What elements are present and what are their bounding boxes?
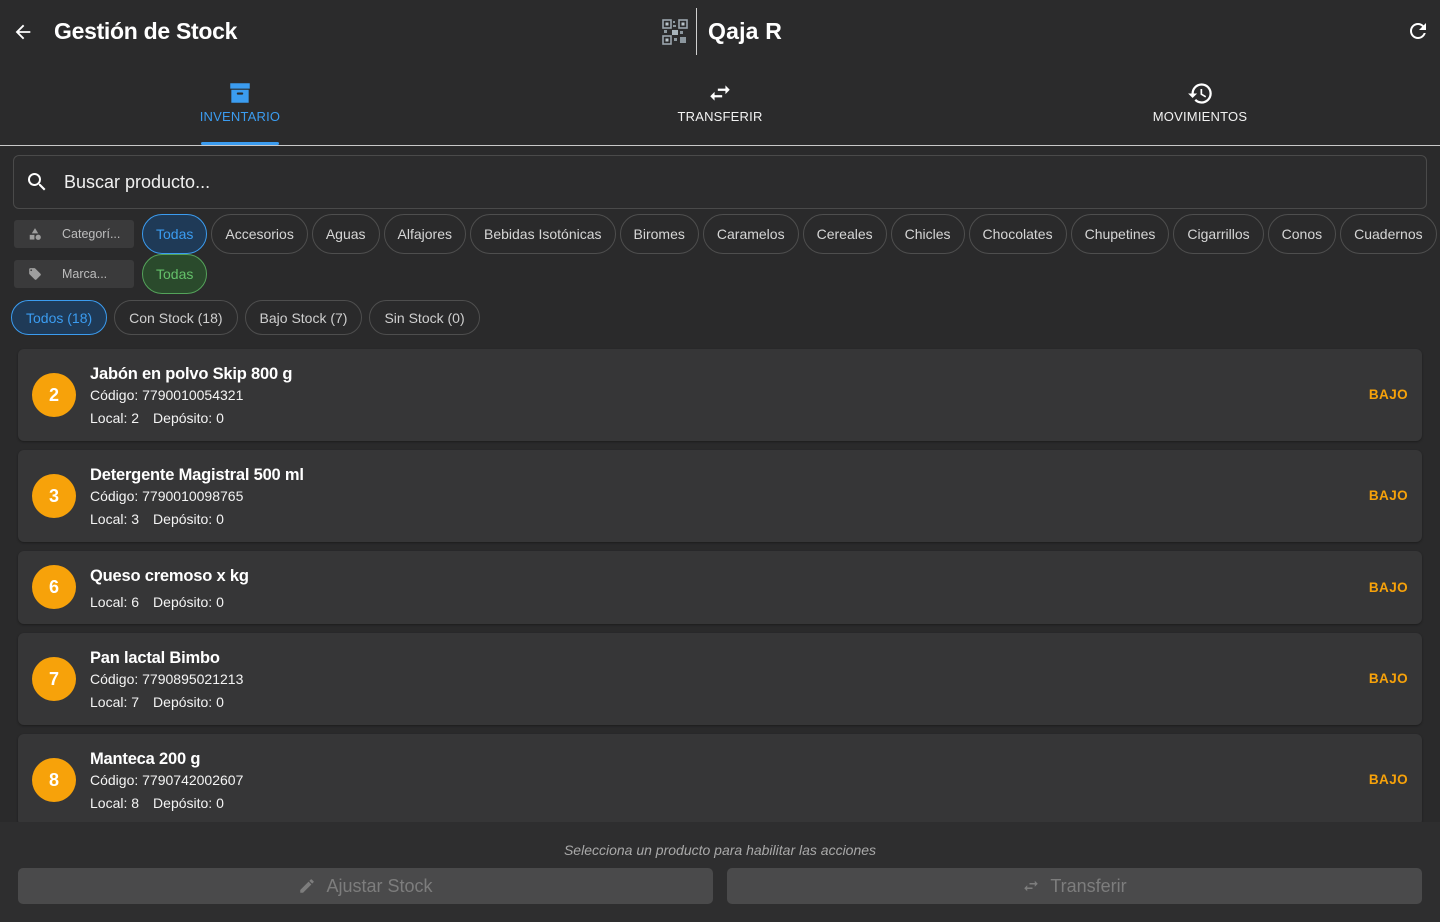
product-name: Queso cremoso x kg bbox=[90, 567, 249, 585]
tab-label: MOVIMIENTOS bbox=[1152, 109, 1248, 124]
product-name: Detergente Magistral 500 ml bbox=[90, 466, 304, 484]
action-bar: Selecciona un producto para habilitar la… bbox=[0, 822, 1440, 922]
product-name: Jabón en polvo Skip 800 g bbox=[90, 365, 293, 383]
filter-bajo-stock[interactable]: Bajo Stock (7) bbox=[244, 300, 363, 335]
product-code: Código: 7790010098765 bbox=[90, 488, 244, 504]
deposit-stock: Depósito: 0 bbox=[153, 594, 224, 610]
tag-icon bbox=[29, 268, 41, 280]
deposit-stock: Depósito: 0 bbox=[153, 511, 224, 527]
product-stock: Local: 6 Depósito: 0 bbox=[90, 594, 224, 610]
chip-category[interactable]: Cigarrillos bbox=[1173, 214, 1264, 254]
product-code: Código: 7790010054321 bbox=[90, 387, 244, 403]
adjust-stock-button[interactable]: Ajustar Stock bbox=[18, 868, 713, 904]
adjust-stock-label: Ajustar Stock bbox=[326, 875, 433, 896]
tab-label: TRANSFERIR bbox=[677, 109, 763, 124]
brand-select-label: Marca... bbox=[62, 267, 108, 281]
product-name: Pan lactal Bimbo bbox=[90, 649, 220, 667]
refresh-icon bbox=[1410, 23, 1426, 39]
tab-label: INVENTARIO bbox=[199, 109, 281, 124]
brand-name: Qaja R bbox=[708, 18, 783, 44]
product-stock: Local: 8 Depósito: 0 bbox=[90, 795, 224, 811]
deposit-stock: Depósito: 0 bbox=[153, 795, 224, 811]
chip-category[interactable]: Todas bbox=[142, 214, 208, 254]
category-shapes-icon bbox=[29, 228, 41, 240]
chip-category[interactable]: Alfajores bbox=[383, 214, 466, 254]
chip-category[interactable]: Caramelos bbox=[702, 214, 799, 254]
transfer-button[interactable]: Transferir bbox=[727, 868, 1422, 904]
chip-category[interactable]: Accesorios bbox=[211, 214, 308, 254]
tab-bar: INVENTARIO TRANSFERIR MOVIMIENTOS bbox=[0, 64, 1440, 146]
chip-category[interactable]: Cuadernos bbox=[1340, 214, 1437, 254]
status-badge: BAJO bbox=[1368, 580, 1408, 595]
action-hint: Selecciona un producto para habilitar la… bbox=[563, 842, 877, 858]
archive-box-icon bbox=[230, 83, 250, 103]
refresh-button[interactable] bbox=[1403, 16, 1433, 46]
product-code: Código: 7790742002607 bbox=[90, 772, 244, 788]
quantity-avatar: 3 bbox=[32, 474, 76, 518]
filter-con-stock[interactable]: Con Stock (18) bbox=[114, 300, 238, 335]
filter-sin-stock[interactable]: Sin Stock (0) bbox=[369, 300, 480, 335]
category-select[interactable]: Categorí... bbox=[14, 220, 134, 248]
filter-todos[interactable]: Todos (18) bbox=[11, 300, 108, 335]
product-card[interactable]: 2 Jabón en polvo Skip 800 g Código: 7790… bbox=[18, 349, 1422, 441]
stock-status-filters: Todos (18) Con Stock (18) Bajo Stock (7)… bbox=[11, 300, 480, 335]
app-bar: Gestión de Stock Qaja R bbox=[0, 0, 1440, 64]
chip-category[interactable]: Chocolates bbox=[968, 214, 1067, 254]
category-select-label: Categorí... bbox=[62, 227, 121, 241]
chip-category[interactable]: Bebidas Isotónicas bbox=[470, 214, 616, 254]
chip-category[interactable]: Cereales bbox=[802, 214, 887, 254]
local-stock: Local: 2 bbox=[90, 410, 140, 426]
category-chips: Todas Accesorios Aguas Alfajores Bebidas… bbox=[142, 214, 1437, 254]
active-tab-indicator bbox=[201, 142, 279, 145]
deposit-stock: Depósito: 0 bbox=[153, 694, 224, 710]
back-button[interactable] bbox=[8, 14, 38, 50]
transfer-label: Transferir bbox=[1050, 875, 1127, 896]
deposit-stock: Depósito: 0 bbox=[153, 410, 224, 426]
arrow-left-icon bbox=[15, 24, 31, 40]
search-icon bbox=[28, 173, 46, 191]
local-stock: Local: 3 bbox=[90, 511, 140, 527]
brand-select[interactable]: Marca... bbox=[14, 260, 134, 288]
history-icon bbox=[1187, 82, 1212, 104]
status-badge: BAJO bbox=[1368, 671, 1408, 686]
product-card[interactable]: 7 Pan lactal Bimbo Código: 7790895021213… bbox=[18, 633, 1422, 725]
product-card[interactable]: 8 Manteca 200 g Código: 7790742002607 Lo… bbox=[18, 734, 1422, 826]
brand: Qaja R bbox=[662, 8, 782, 55]
chip-category[interactable]: Chicles bbox=[890, 214, 965, 254]
tab-inventario[interactable]: INVENTARIO bbox=[0, 64, 480, 145]
swap-arrows-icon bbox=[710, 85, 730, 101]
pencil-icon bbox=[300, 879, 315, 893]
status-badge: BAJO bbox=[1368, 772, 1408, 787]
page-title: Gestión de Stock bbox=[54, 18, 238, 44]
chip-category[interactable]: Aguas bbox=[311, 214, 380, 254]
qr-logo-icon bbox=[662, 18, 688, 45]
status-badge: BAJO bbox=[1368, 387, 1408, 402]
quantity-avatar: 7 bbox=[32, 657, 76, 701]
brand-chips: Todas bbox=[142, 254, 208, 294]
product-card[interactable]: 3 Detergente Magistral 500 ml Código: 77… bbox=[18, 450, 1422, 542]
local-stock: Local: 8 bbox=[90, 795, 140, 811]
chip-category[interactable]: Chupetines bbox=[1070, 214, 1170, 254]
chip-category[interactable]: Conos bbox=[1267, 214, 1337, 254]
product-code: Código: 7790895021213 bbox=[90, 671, 244, 687]
tab-movimientos[interactable]: MOVIMIENTOS bbox=[960, 64, 1440, 145]
chip-category[interactable]: Biromes bbox=[619, 214, 699, 254]
product-stock: Local: 2 Depósito: 0 bbox=[90, 410, 224, 426]
chip-brand[interactable]: Todas bbox=[142, 254, 208, 294]
product-name: Manteca 200 g bbox=[90, 750, 201, 768]
quantity-avatar: 2 bbox=[32, 373, 76, 417]
product-card[interactable]: 6 Queso cremoso x kg Local: 6 Depósito: … bbox=[18, 551, 1422, 624]
quantity-avatar: 8 bbox=[32, 758, 76, 802]
brand-divider bbox=[696, 8, 697, 55]
product-stock: Local: 3 Depósito: 0 bbox=[90, 511, 224, 527]
local-stock: Local: 7 bbox=[90, 694, 140, 710]
product-stock: Local: 7 Depósito: 0 bbox=[90, 694, 224, 710]
search-input[interactable] bbox=[64, 171, 1364, 193]
quantity-avatar: 6 bbox=[32, 565, 76, 609]
local-stock: Local: 6 bbox=[90, 594, 140, 610]
swap-arrows-icon bbox=[1024, 880, 1039, 892]
search-box bbox=[13, 155, 1427, 209]
tab-transferir[interactable]: TRANSFERIR bbox=[480, 64, 960, 145]
status-badge: BAJO bbox=[1368, 488, 1408, 503]
